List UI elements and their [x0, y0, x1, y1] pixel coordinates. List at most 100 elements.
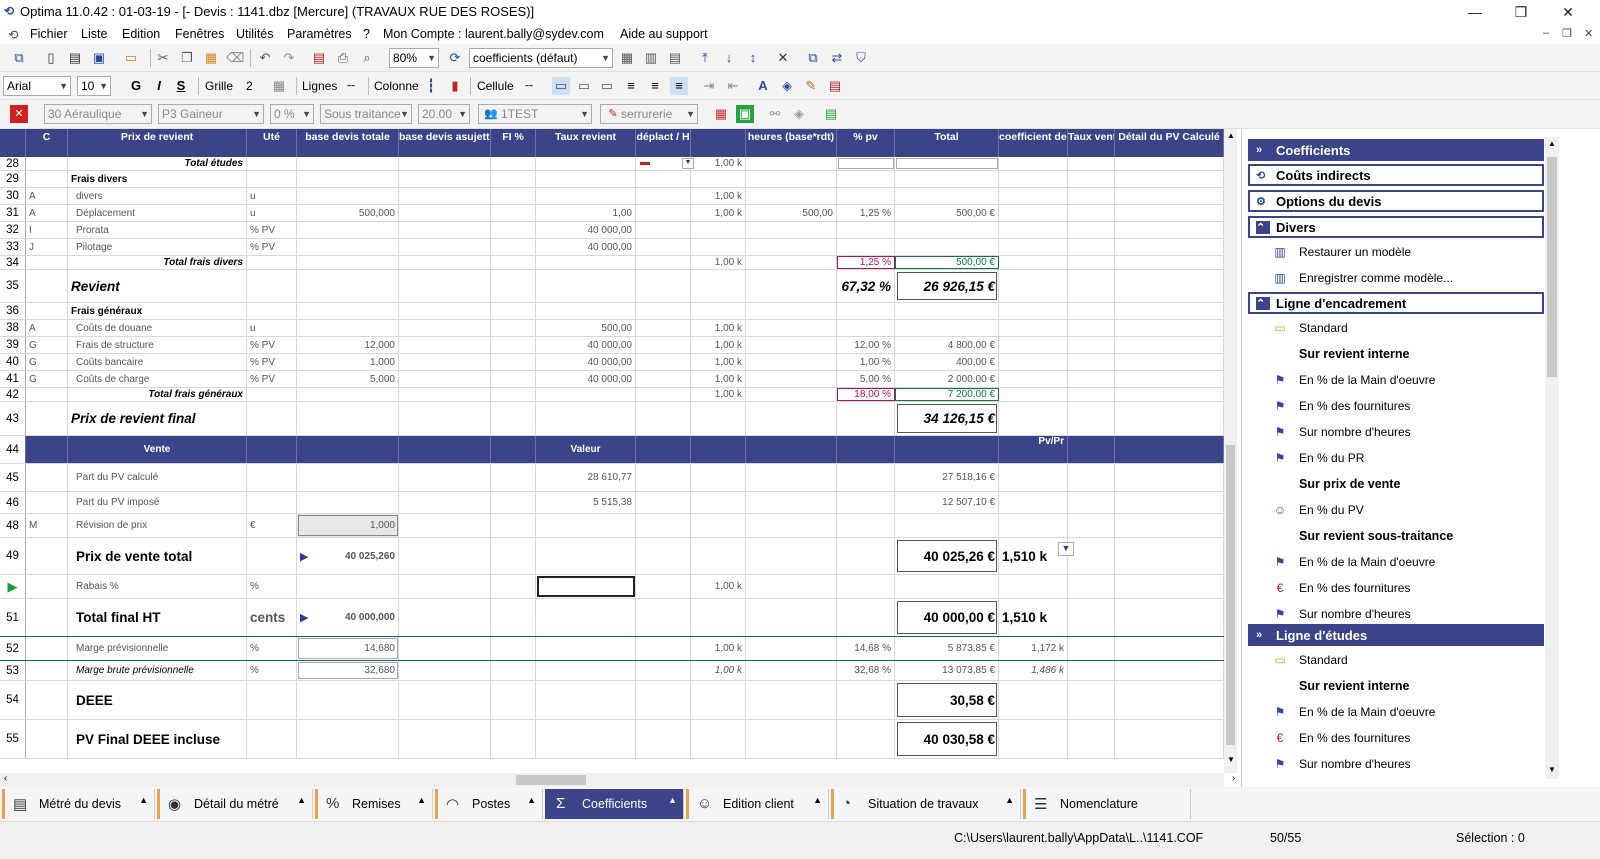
cell[interactable] [1115, 337, 1224, 353]
pct-pv-cell[interactable]: 1,25 % [837, 256, 895, 269]
col-header-detail_pv[interactable]: Détail du PV Calculé [1115, 129, 1224, 157]
base-cell[interactable] [297, 492, 399, 513]
unit-cell[interactable]: cents [247, 599, 297, 636]
cell[interactable] [491, 320, 536, 336]
refresh-icon[interactable]: ⟳ [446, 49, 464, 67]
coef-cell[interactable] [999, 188, 1068, 204]
code-cell[interactable] [26, 388, 68, 401]
taux-cell[interactable] [536, 388, 636, 401]
col-header-base_totale[interactable]: base devis totale [297, 129, 399, 157]
col-header-fi[interactable]: FI % [491, 129, 536, 157]
total-cell[interactable] [895, 239, 999, 255]
taux-cell[interactable]: 28 610,77 [536, 464, 636, 491]
cell[interactable] [1068, 575, 1115, 598]
base-cell[interactable] [297, 188, 399, 204]
code-cell[interactable]: G [26, 337, 68, 353]
k-cell[interactable] [691, 538, 746, 574]
grid-row[interactable]: 35 Revient 67,32 % 26 926,15 € [0, 270, 1224, 303]
grid-row[interactable]: 42 Total frais généraux 1,00 k 18,00 % 7 200… [0, 388, 1224, 402]
panel-nombre-heures[interactable]: ⚑ Sur nombre d'heures [1242, 420, 1542, 444]
k-cell[interactable] [691, 270, 746, 302]
grid-lines-icon[interactable]: ▦ [270, 77, 288, 95]
tag-icon[interactable]: ◈ [790, 105, 808, 123]
cell[interactable] [399, 575, 491, 598]
cell[interactable] [636, 681, 691, 719]
tools-icon[interactable]: ✕ [774, 49, 792, 67]
heures-cell[interactable] [746, 681, 837, 719]
menu-help[interactable]: ? [363, 27, 370, 41]
panel-enregistrer-modele[interactable]: ▥ Enregistrer comme modèle... [1242, 266, 1542, 290]
unit-cell[interactable] [247, 538, 297, 574]
code-cell[interactable] [26, 157, 68, 170]
cell[interactable] [1115, 681, 1224, 719]
pct-pv-cell[interactable] [837, 436, 895, 463]
k-cell[interactable]: 1,00 k [691, 637, 746, 660]
cell[interactable] [491, 436, 536, 463]
undo-icon[interactable]: ↶ [256, 49, 274, 67]
unit-cell[interactable] [247, 157, 297, 170]
cell[interactable] [1115, 492, 1224, 513]
base-cell[interactable]: 1,000 [297, 514, 399, 537]
cell[interactable] [491, 239, 536, 255]
font-size-select[interactable]: 10 ▼ [77, 76, 111, 96]
cell[interactable] [636, 661, 691, 680]
label-cell[interactable]: Marge brute prévisionnelle [68, 661, 247, 680]
cell[interactable] [1115, 303, 1224, 319]
cell[interactable] [399, 222, 491, 238]
pct-pv-cell[interactable] [837, 239, 895, 255]
label-cell[interactable]: Vente [68, 436, 247, 463]
indent-icon[interactable]: ⇥ [700, 77, 718, 95]
col-header-taux_vente[interactable]: Taux vente [1068, 129, 1115, 157]
table-icon[interactable]: ▤ [666, 49, 684, 67]
code-cell[interactable] [26, 720, 68, 758]
sous-traitance-select[interactable]: Sous traitance ▼ [320, 104, 412, 124]
label-cell[interactable]: Rabais % [68, 575, 247, 598]
heures-cell[interactable] [746, 661, 837, 680]
shield-icon[interactable]: ⛉ [852, 49, 870, 67]
total-cell[interactable] [895, 188, 999, 204]
unit-cell[interactable]: % PV [247, 239, 297, 255]
label-cell[interactable]: Déplacement [68, 205, 247, 221]
taux-cell[interactable] [536, 256, 636, 269]
label-cell[interactable]: Coûts bancaire [68, 354, 247, 370]
pct-pv-cell[interactable] [837, 171, 895, 187]
cell[interactable] [1115, 599, 1224, 636]
col-header-heures[interactable]: heures (base*rdt) [746, 129, 837, 157]
cell[interactable] [491, 157, 536, 170]
poste-select[interactable]: P3 Gaineur ▼ [158, 104, 264, 124]
cell[interactable] [1068, 205, 1115, 221]
cell[interactable] [1115, 320, 1224, 336]
bold-button[interactable]: G [127, 77, 145, 95]
cell[interactable] [636, 337, 691, 353]
copy-doc-icon[interactable]: ▤ [66, 49, 84, 67]
pct-pv-cell[interactable] [837, 538, 895, 574]
heures-cell[interactable] [746, 171, 837, 187]
cell[interactable] [636, 388, 691, 401]
k-cell[interactable] [691, 402, 746, 435]
panel-etudes-nombre-heures[interactable]: ⚑ Sur nombre d'heures [1242, 752, 1542, 776]
panel-st-fournitures[interactable]: € En % des fournitures [1242, 576, 1542, 600]
cell[interactable] [636, 270, 691, 302]
heures-cell[interactable] [746, 720, 837, 758]
code-cell[interactable] [26, 538, 68, 574]
code-cell[interactable] [26, 681, 68, 719]
grid-row[interactable]: 34 Total frais divers 1,00 k 1,25 % 500,00 € [0, 256, 1224, 270]
taux-cell[interactable] [536, 303, 636, 319]
cell[interactable] [399, 661, 491, 680]
k-cell[interactable] [691, 492, 746, 513]
code-cell[interactable] [26, 464, 68, 491]
code-cell[interactable] [26, 599, 68, 636]
cell[interactable] [399, 303, 491, 319]
cell[interactable] [1115, 354, 1224, 370]
cell[interactable] [491, 661, 536, 680]
copy-icon[interactable]: ❐ [178, 49, 196, 67]
col-header-base_assujettie[interactable]: base devis asujettie [399, 129, 491, 157]
cell[interactable] [491, 681, 536, 719]
label-cell[interactable]: Part du PV calculé [68, 464, 247, 491]
unit-cell[interactable]: % PV [247, 354, 297, 370]
k-cell[interactable] [691, 239, 746, 255]
code-cell[interactable] [26, 436, 68, 463]
unit-cell[interactable]: % PV [247, 337, 297, 353]
total-cell[interactable]: 40 000,00 € [895, 599, 999, 636]
zoom-select[interactable]: 80% ▼ [389, 48, 439, 68]
